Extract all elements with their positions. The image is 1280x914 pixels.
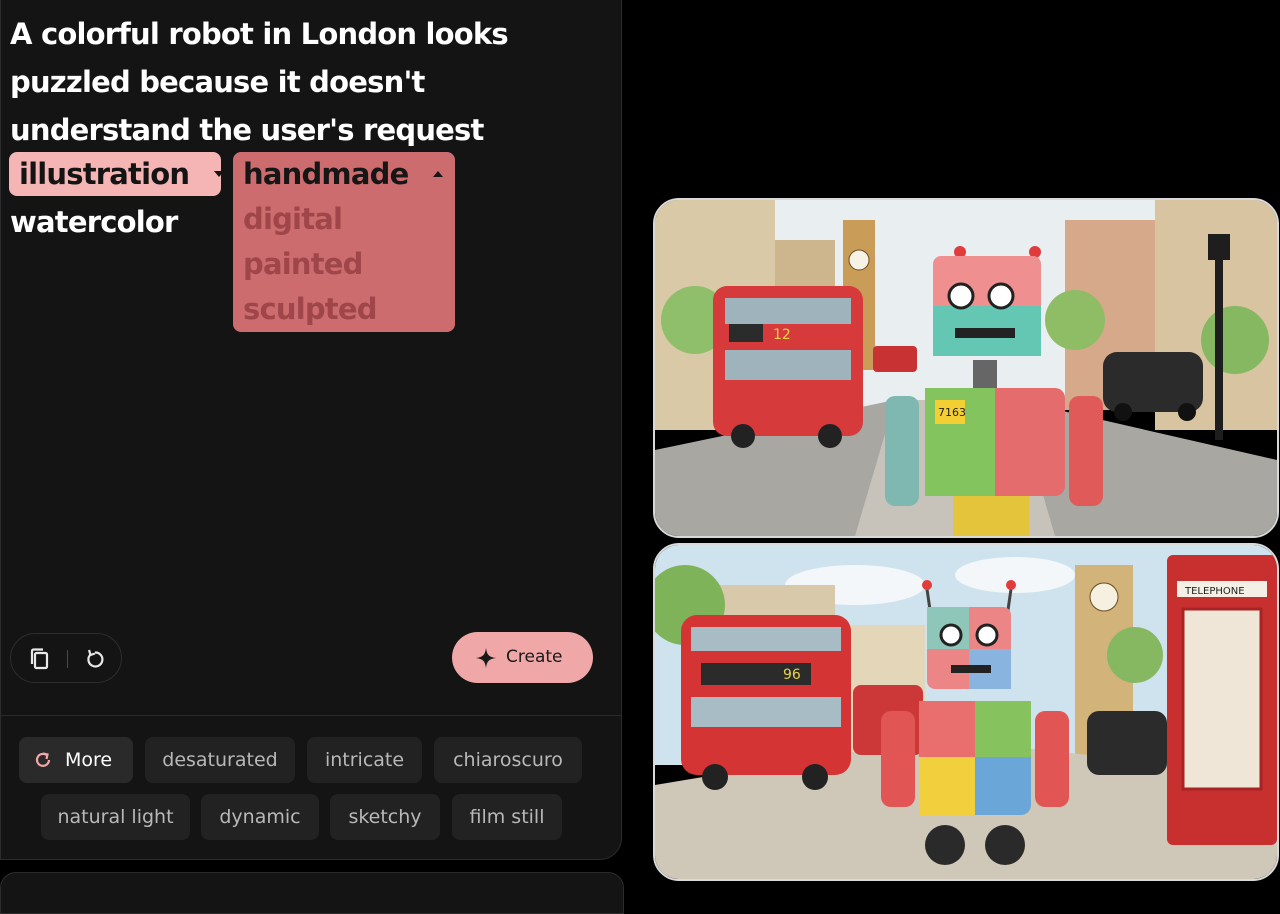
prompt-line: puzzled because it doesn't: [10, 65, 425, 99]
bottom-panel-edge: [0, 872, 624, 914]
style-dropdown-menu[interactable]: handmade digital painted sculpted: [233, 152, 455, 332]
bus-sign-text: 96: [783, 667, 801, 683]
style-chip-illustration[interactable]: illustration: [9, 152, 224, 196]
dropdown-selected-option[interactable]: handmade: [243, 152, 455, 197]
divider: [67, 650, 68, 668]
copy-icon[interactable]: [27, 646, 53, 672]
generated-image-1[interactable]: 12 7163: [653, 198, 1279, 538]
dropdown-selected-label: handmade: [243, 157, 409, 191]
robot-london-illustration-1: 12 7163: [655, 200, 1277, 536]
create-label: Create: [506, 647, 563, 667]
suggestion-chip[interactable]: natural light: [41, 794, 190, 840]
suggestion-chip[interactable]: film still: [452, 794, 562, 840]
telephone-sign-text: TELEPHONE: [1184, 586, 1245, 597]
prompt-text[interactable]: A colorful robot in London looks puzzled…: [10, 10, 530, 154]
bus-sign-text: 12: [773, 327, 791, 343]
dropdown-option[interactable]: sculpted: [243, 287, 455, 332]
caret-up-icon: [432, 171, 443, 177]
sparkle-icon: [476, 648, 496, 668]
suggestion-chip[interactable]: dynamic: [201, 794, 319, 840]
prompt-line: A colorful robot in London looks: [10, 17, 509, 51]
more-label: More: [65, 749, 113, 771]
suggestion-chip[interactable]: chiaroscuro: [434, 737, 582, 783]
create-button[interactable]: Create: [452, 632, 593, 683]
more-button[interactable]: More: [19, 737, 133, 783]
dropdown-option[interactable]: painted: [243, 242, 455, 287]
reset-icon[interactable]: [82, 646, 108, 672]
suggestion-chip[interactable]: sketchy: [330, 794, 440, 840]
robot-london-illustration-2: 96 TELEPHONE: [655, 545, 1277, 879]
prompt-tools: [10, 633, 122, 683]
dropdown-option[interactable]: digital: [243, 197, 455, 242]
caret-down-icon: [213, 171, 224, 177]
suggestion-chip[interactable]: desaturated: [145, 737, 295, 783]
prompt-line: understand the user's request: [10, 113, 484, 147]
refresh-icon: [35, 752, 51, 767]
style-word-watercolor[interactable]: watercolor: [10, 198, 178, 246]
robot-tag-text: 7163: [938, 406, 966, 419]
generated-image-2[interactable]: 96 TELEPHONE: [653, 543, 1279, 881]
suggestion-chip[interactable]: intricate: [307, 737, 422, 783]
style-chip-label: illustration: [19, 157, 190, 191]
